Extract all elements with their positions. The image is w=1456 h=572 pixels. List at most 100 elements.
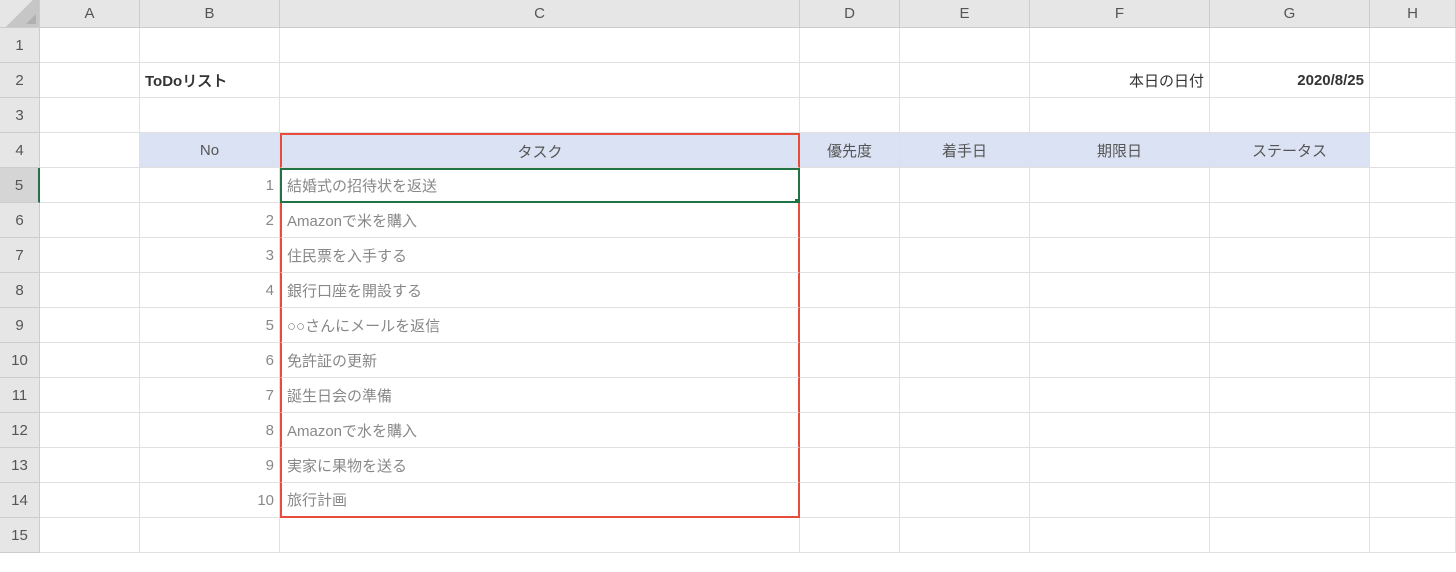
cell-B15[interactable] <box>140 518 280 553</box>
cell-G9[interactable] <box>1210 308 1370 343</box>
cell-C5-task[interactable]: 結婚式の招待状を返送 <box>280 168 800 203</box>
cell-F14[interactable] <box>1030 483 1210 518</box>
cell-E14[interactable] <box>900 483 1030 518</box>
row-header-11[interactable]: 11 <box>0 378 40 413</box>
cell-H3[interactable] <box>1370 98 1456 133</box>
cell-C1[interactable] <box>280 28 800 63</box>
cell-G2-date-value[interactable]: 2020/8/25 <box>1210 63 1370 98</box>
row-header-2[interactable]: 2 <box>0 63 40 98</box>
col-header-E[interactable]: E <box>900 0 1030 28</box>
cell-C8-task[interactable]: 銀行口座を開設する <box>280 273 800 308</box>
row-header-7[interactable]: 7 <box>0 238 40 273</box>
cell-C2[interactable] <box>280 63 800 98</box>
cell-D7[interactable] <box>800 238 900 273</box>
row-header-9[interactable]: 9 <box>0 308 40 343</box>
cell-A12[interactable] <box>40 413 140 448</box>
cell-C11-task[interactable]: 誕生日会の準備 <box>280 378 800 413</box>
cell-E15[interactable] <box>900 518 1030 553</box>
cell-A11[interactable] <box>40 378 140 413</box>
col-header-G[interactable]: G <box>1210 0 1370 28</box>
cell-D11[interactable] <box>800 378 900 413</box>
header-priority[interactable]: 優先度 <box>800 133 900 168</box>
cell-B5-no[interactable]: 1 <box>140 168 280 203</box>
cell-F1[interactable] <box>1030 28 1210 63</box>
row-header-13[interactable]: 13 <box>0 448 40 483</box>
cell-E3[interactable] <box>900 98 1030 133</box>
cell-F3[interactable] <box>1030 98 1210 133</box>
cell-H5[interactable] <box>1370 168 1456 203</box>
cell-A5[interactable] <box>40 168 140 203</box>
cell-G1[interactable] <box>1210 28 1370 63</box>
row-header-3[interactable]: 3 <box>0 98 40 133</box>
cell-H13[interactable] <box>1370 448 1456 483</box>
cell-A7[interactable] <box>40 238 140 273</box>
cell-A6[interactable] <box>40 203 140 238</box>
cell-C9-task[interactable]: ○○さんにメールを返信 <box>280 308 800 343</box>
cell-G7[interactable] <box>1210 238 1370 273</box>
cell-F7[interactable] <box>1030 238 1210 273</box>
cell-A13[interactable] <box>40 448 140 483</box>
cell-B9-no[interactable]: 5 <box>140 308 280 343</box>
cell-H1[interactable] <box>1370 28 1456 63</box>
cell-E2[interactable] <box>900 63 1030 98</box>
cell-E5[interactable] <box>900 168 1030 203</box>
cell-H6[interactable] <box>1370 203 1456 238</box>
cell-C3[interactable] <box>280 98 800 133</box>
row-header-4[interactable]: 4 <box>0 133 40 168</box>
cell-G10[interactable] <box>1210 343 1370 378</box>
cell-A8[interactable] <box>40 273 140 308</box>
cell-F9[interactable] <box>1030 308 1210 343</box>
cell-F2-date-label[interactable]: 本日の日付 <box>1030 63 1210 98</box>
cell-B2-title[interactable]: ToDoリスト <box>140 63 280 98</box>
col-header-B[interactable]: B <box>140 0 280 28</box>
cell-G11[interactable] <box>1210 378 1370 413</box>
cell-F8[interactable] <box>1030 273 1210 308</box>
select-all-corner[interactable] <box>0 0 40 28</box>
cell-F5[interactable] <box>1030 168 1210 203</box>
cell-A14[interactable] <box>40 483 140 518</box>
header-start[interactable]: 着手日 <box>900 133 1030 168</box>
cell-F6[interactable] <box>1030 203 1210 238</box>
row-header-1[interactable]: 1 <box>0 28 40 63</box>
cell-D6[interactable] <box>800 203 900 238</box>
cell-C14-task[interactable]: 旅行計画 <box>280 483 800 518</box>
col-header-A[interactable]: A <box>40 0 140 28</box>
cell-G5[interactable] <box>1210 168 1370 203</box>
cell-A10[interactable] <box>40 343 140 378</box>
header-due[interactable]: 期限日 <box>1030 133 1210 168</box>
cell-A4[interactable] <box>40 133 140 168</box>
cell-B1[interactable] <box>140 28 280 63</box>
cell-H11[interactable] <box>1370 378 1456 413</box>
cell-A9[interactable] <box>40 308 140 343</box>
cell-H12[interactable] <box>1370 413 1456 448</box>
cell-D9[interactable] <box>800 308 900 343</box>
row-header-6[interactable]: 6 <box>0 203 40 238</box>
header-no[interactable]: No <box>140 133 280 168</box>
cell-F15[interactable] <box>1030 518 1210 553</box>
cell-C13-task[interactable]: 実家に果物を送る <box>280 448 800 483</box>
cell-C6-task[interactable]: Amazonで米を購入 <box>280 203 800 238</box>
cell-A3[interactable] <box>40 98 140 133</box>
cell-A2[interactable] <box>40 63 140 98</box>
cell-E13[interactable] <box>900 448 1030 483</box>
cell-G8[interactable] <box>1210 273 1370 308</box>
row-header-10[interactable]: 10 <box>0 343 40 378</box>
cell-G6[interactable] <box>1210 203 1370 238</box>
cell-H14[interactable] <box>1370 483 1456 518</box>
cell-D15[interactable] <box>800 518 900 553</box>
cell-F12[interactable] <box>1030 413 1210 448</box>
cell-B11-no[interactable]: 7 <box>140 378 280 413</box>
cell-B6-no[interactable]: 2 <box>140 203 280 238</box>
cell-A15[interactable] <box>40 518 140 553</box>
cell-E8[interactable] <box>900 273 1030 308</box>
cell-E11[interactable] <box>900 378 1030 413</box>
cell-H4[interactable] <box>1370 133 1456 168</box>
cell-D14[interactable] <box>800 483 900 518</box>
cell-H15[interactable] <box>1370 518 1456 553</box>
cell-B10-no[interactable]: 6 <box>140 343 280 378</box>
cell-G3[interactable] <box>1210 98 1370 133</box>
cell-B12-no[interactable]: 8 <box>140 413 280 448</box>
cell-C7-task[interactable]: 住民票を入手する <box>280 238 800 273</box>
row-header-15[interactable]: 15 <box>0 518 40 553</box>
row-header-14[interactable]: 14 <box>0 483 40 518</box>
